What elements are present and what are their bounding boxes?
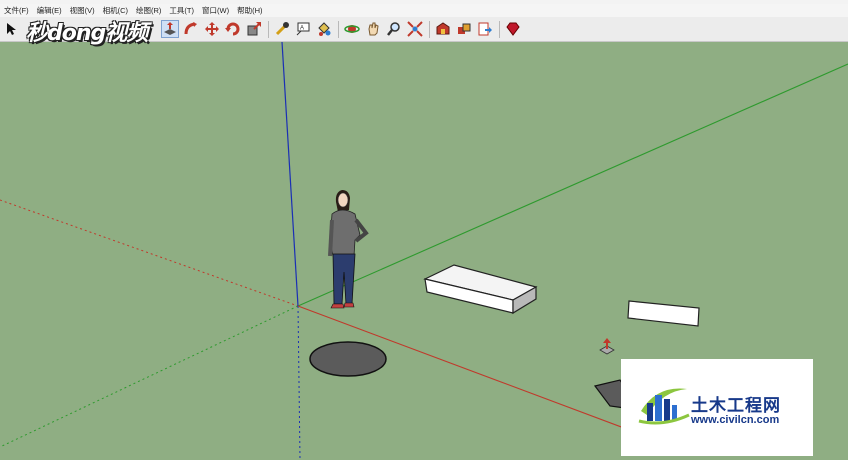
menu-camera[interactable]: 相机(C) [99,4,132,17]
components-icon[interactable] [455,20,473,38]
move-icon[interactable] [203,20,221,38]
export-icon[interactable] [476,20,494,38]
toolbar-separator [429,21,430,38]
pushpull-cursor-icon [599,338,615,355]
zoom-icon[interactable] [385,20,403,38]
person-figure [328,190,369,309]
menu-tools[interactable]: 工具(T) [165,4,198,17]
green-axis-positive [297,63,848,307]
menu-edit[interactable]: 编辑(E) [33,4,66,17]
civilcn-logo-icon [638,388,690,425]
blue-axis-negative [297,305,301,460]
menu-bar: 文件(F) 编辑(E) 视图(V) 相机(C) 绘图(R) 工具(T) 窗口(W… [0,4,848,17]
svg-text:A: A [300,26,304,32]
paint-bucket-icon[interactable] [315,20,333,38]
menu-draw[interactable]: 绘图(R) [132,4,165,17]
toolbar-separator [499,21,500,38]
zoom-extents-icon[interactable] [406,20,424,38]
pushpull-icon[interactable] [161,20,179,38]
circle-face[interactable] [309,341,387,377]
menu-file[interactable]: 文件(F) [0,4,33,17]
rectangle-face[interactable] [627,300,700,327]
followme-icon[interactable] [182,20,200,38]
orbit-icon[interactable] [343,20,361,38]
green-axis-negative [0,305,299,448]
text-icon[interactable]: A [294,20,312,38]
blue-axis-positive [281,42,299,307]
menu-view[interactable]: 视图(V) [66,4,99,17]
menu-window[interactable]: 窗口(W) [198,4,233,17]
scale-icon[interactable] [245,20,263,38]
toolbar-separator [338,21,339,38]
rotate-icon[interactable] [224,20,242,38]
ruby-icon[interactable] [504,20,522,38]
watermark-url: www.civilcn.com [691,414,780,426]
red-axis-negative [0,199,299,307]
watermark-civilcn: 土木工程网 www.civilcn.com [621,359,813,456]
select-arrow-icon[interactable] [2,20,20,38]
pan-icon[interactable] [364,20,382,38]
tape-measure-icon[interactable] [273,20,291,38]
watermark-title: 土木工程网 [691,396,781,416]
menu-help[interactable]: 帮助(H) [233,4,266,17]
toolbar-separator [268,21,269,38]
warehouse-icon[interactable] [434,20,452,38]
